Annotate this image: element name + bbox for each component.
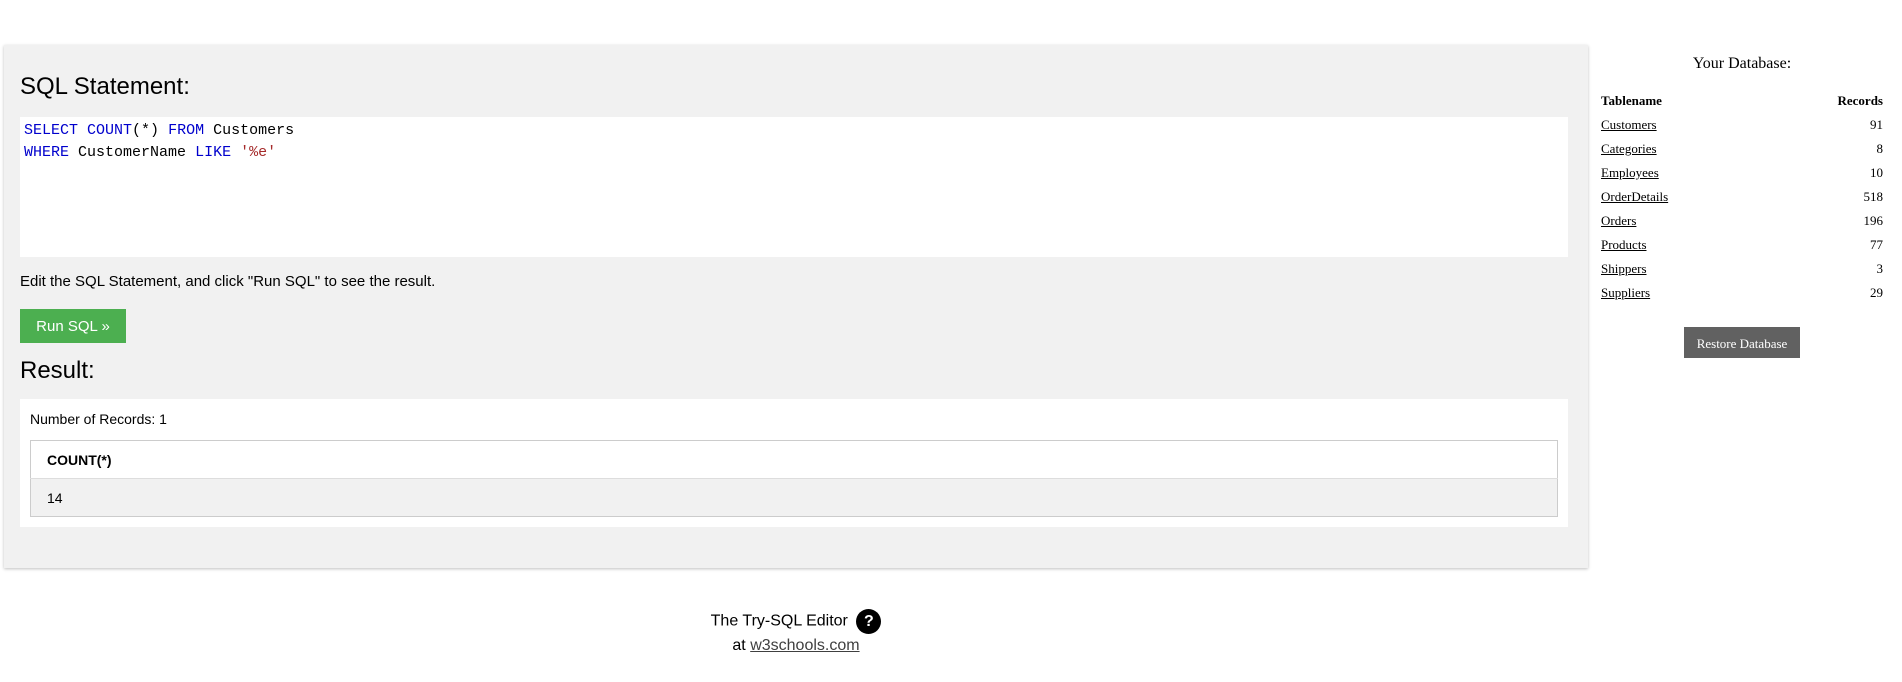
database-header-row: Tablename Records [1600, 89, 1884, 113]
sql-keyword: LIKE [195, 144, 232, 161]
table-link-orderdetails[interactable]: OrderDetails [1601, 189, 1668, 204]
table-row: Suppliers 29 [1600, 281, 1884, 305]
database-panel: Your Database: Tablename Records Custome… [1600, 45, 1884, 358]
record-count-cell: 518 [1863, 189, 1884, 204]
table-link-suppliers[interactable]: Suppliers [1601, 285, 1650, 300]
result-header-row: COUNT(*) [30, 440, 1558, 479]
sql-string: '%e' [240, 144, 277, 161]
record-count-cell: 8 [1876, 141, 1884, 156]
run-sql-button[interactable]: Run SQL » [20, 309, 126, 343]
sql-keyword: COUNT [87, 122, 133, 139]
result-title: Result: [20, 357, 95, 384]
sql-statement-title: SQL Statement: [20, 73, 190, 100]
table-row: 14 [30, 478, 1558, 517]
tablename-header: Tablename [1601, 93, 1662, 108]
table-link-customers[interactable]: Customers [1601, 117, 1657, 132]
sql-line-2: WHERE CustomerName LIKE '%e' [24, 144, 276, 161]
table-link-categories[interactable]: Categories [1601, 141, 1657, 156]
sql-text: Customers [213, 122, 295, 139]
record-count-cell: 10 [1870, 165, 1883, 180]
table-link-orders[interactable]: Orders [1601, 213, 1636, 228]
records-header: Records [1837, 93, 1884, 108]
record-count-cell: 3 [1876, 261, 1884, 276]
table-row: Customers 91 [1600, 113, 1884, 137]
sql-text: CustomerName [78, 144, 187, 161]
table-row: OrderDetails 518 [1600, 185, 1884, 209]
sql-editor[interactable]: SELECT COUNT(*) FROM Customers WHERE Cus… [20, 117, 1568, 257]
restore-database-button[interactable]: Restore Database [1684, 327, 1800, 358]
sql-line-1: SELECT COUNT(*) FROM Customers [24, 122, 294, 139]
table-row: Shippers 3 [1600, 257, 1884, 281]
page: SQL Statement: SELECT COUNT(*) FROM Cust… [0, 0, 1902, 682]
result-column-header: COUNT(*) [30, 440, 1558, 479]
sql-keyword: WHERE [24, 144, 70, 161]
table-link-shippers[interactable]: Shippers [1601, 261, 1647, 276]
database-title: Your Database: [1692, 55, 1792, 72]
table-row: Categories 8 [1600, 137, 1884, 161]
sql-keyword: SELECT [24, 122, 79, 139]
table-link-products[interactable]: Products [1601, 237, 1647, 252]
sql-keyword: FROM [168, 122, 205, 139]
record-count: Number of Records: 1 [30, 411, 167, 427]
help-icon[interactable]: ? [856, 609, 882, 634]
result-table: COUNT(*) 14 [30, 440, 1558, 517]
table-link-employees[interactable]: Employees [1601, 165, 1659, 180]
record-count-cell: 77 [1870, 237, 1883, 252]
database-table: Tablename Records Customers 91 Categorie… [1600, 89, 1884, 305]
table-row: Employees 10 [1600, 161, 1884, 185]
footer: The Try-SQL Editor ? at w3schools.com [0, 609, 1592, 658]
footer-line-1: The Try-SQL Editor ? [0, 609, 1592, 634]
record-count-cell: 91 [1870, 117, 1883, 132]
result-cell: 14 [30, 478, 1558, 517]
record-count-cell: 29 [1870, 285, 1883, 300]
editor-panel: SQL Statement: SELECT COUNT(*) FROM Cust… [4, 45, 1588, 568]
table-row: Orders 196 [1600, 209, 1884, 233]
footer-line-2: at w3schools.com [0, 634, 1592, 658]
result-box: Number of Records: 1 COUNT(*) 14 [20, 399, 1568, 527]
record-count-cell: 196 [1863, 213, 1884, 228]
footer-title: The Try-SQL Editor [710, 612, 848, 630]
footer-at: at [732, 637, 746, 654]
table-row: Products 77 [1600, 233, 1884, 257]
sql-text: (*) [132, 122, 160, 139]
editor-hint: Edit the SQL Statement, and click "Run S… [20, 273, 436, 290]
w3schools-link[interactable]: w3schools.com [750, 637, 859, 654]
